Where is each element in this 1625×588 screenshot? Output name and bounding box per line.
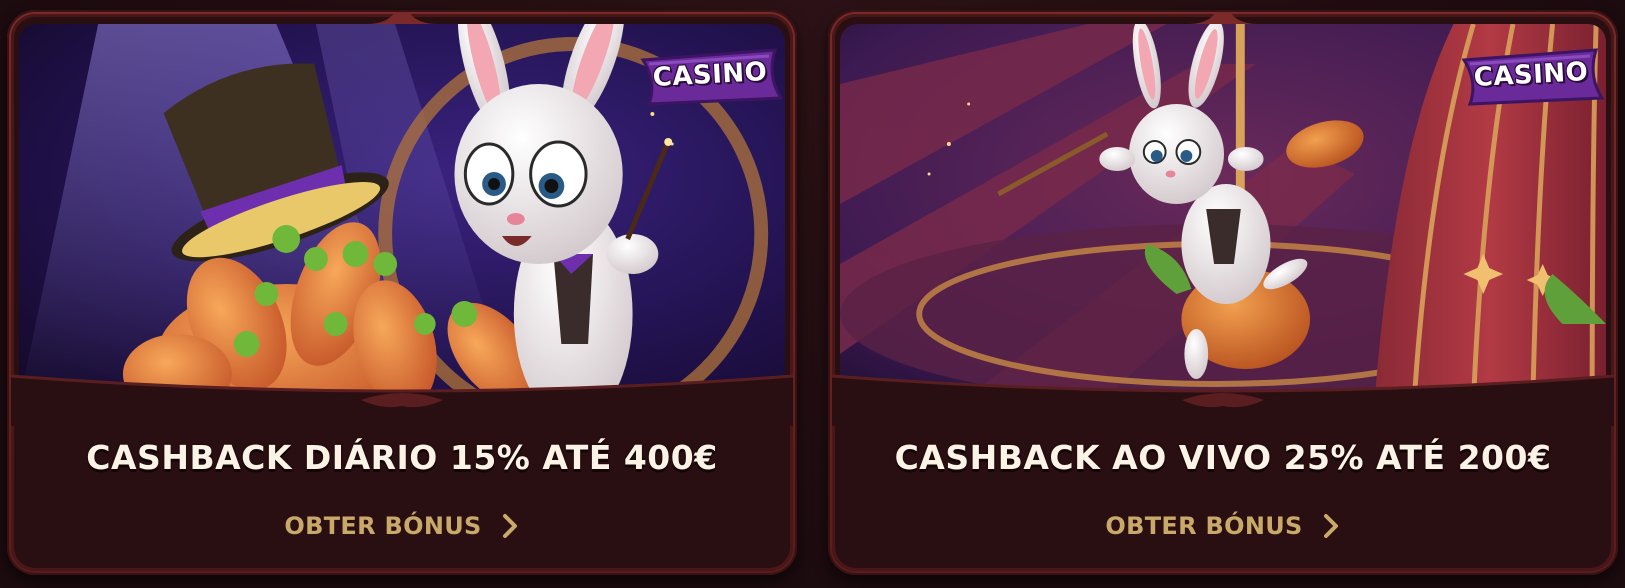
promo-card-daily-cashback[interactable]: CASINO CASHBACK DIÁRIO 15% ATÉ 400€ OBTE… (7, 10, 797, 575)
chevron-right-icon (1323, 514, 1338, 538)
card-divider-curve (11, 374, 793, 426)
chevron-right-icon (502, 514, 517, 538)
frame-ornament (367, 14, 437, 24)
promo-card-panel: CASINO CASHBACK AO VIVO 25% ATÉ 200€ OBT… (832, 14, 1614, 571)
promotions-grid: CASINO CASHBACK DIÁRIO 15% ATÉ 400€ OBTE… (0, 0, 1625, 588)
casino-badge: CASINO (635, 46, 785, 108)
promo-card-live-cashback[interactable]: CASINO CASHBACK AO VIVO 25% ATÉ 200€ OBT… (828, 10, 1618, 575)
card-divider-curve (832, 374, 1614, 426)
get-bonus-label: OBTER BÓNUS (284, 512, 482, 540)
get-bonus-link[interactable]: OBTER BÓNUS (11, 512, 793, 540)
get-bonus-link[interactable]: OBTER BÓNUS (832, 512, 1614, 540)
casino-badge: CASINO (1456, 46, 1606, 108)
promo-title: CASHBACK DIÁRIO 15% ATÉ 400€ (86, 438, 718, 477)
promo-title: CASHBACK AO VIVO 25% ATÉ 200€ (894, 438, 1552, 477)
promo-card-panel: CASINO CASHBACK DIÁRIO 15% ATÉ 400€ OBTE… (11, 14, 793, 571)
get-bonus-label: OBTER BÓNUS (1105, 512, 1303, 540)
frame-ornament (1188, 14, 1258, 24)
